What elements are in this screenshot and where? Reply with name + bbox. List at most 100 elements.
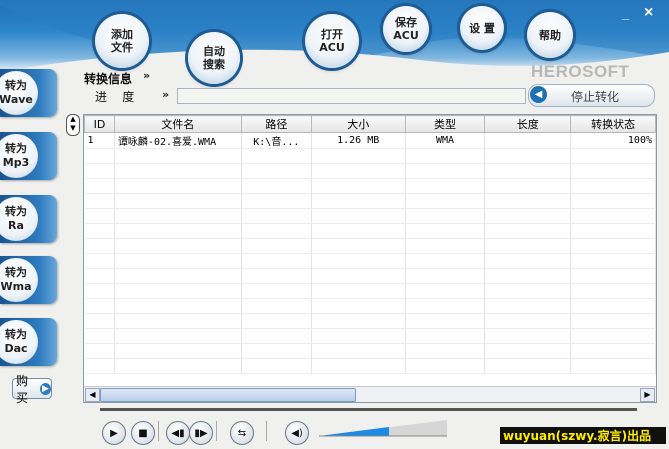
table-cell (570, 283, 656, 299)
table-cell (405, 148, 486, 164)
table-cell (84, 313, 115, 329)
volume-icon[interactable]: ◀) (285, 421, 309, 445)
table-row[interactable] (84, 358, 656, 374)
column-type[interactable]: 类型 (404, 115, 486, 133)
help-button[interactable]: 帮助 (527, 12, 573, 58)
chevron-down-icon[interactable]: » (143, 69, 150, 82)
progress-label: 进 度 (95, 90, 135, 104)
table-cell (241, 268, 312, 284)
table-cell (405, 193, 486, 209)
stop-icon[interactable]: ■ (131, 421, 155, 445)
scroll-right-icon[interactable]: ▶ (640, 388, 655, 402)
table-cell (484, 208, 572, 224)
table-row[interactable] (84, 313, 656, 329)
table-cell (570, 253, 656, 269)
table-cell (311, 313, 406, 329)
table-cell (241, 163, 312, 179)
table-cell (114, 358, 242, 374)
separator (266, 421, 267, 441)
table-cell (405, 253, 486, 269)
horizontal-scrollbar[interactable]: ◀ ▶ (84, 386, 656, 402)
column-path[interactable]: 路径 (240, 115, 312, 133)
save-acu-button[interactable]: 保存 ACU (383, 6, 429, 52)
add-file-button[interactable]: 添加 文件 (95, 14, 149, 68)
next-icon[interactable]: ▮▶ (189, 421, 213, 445)
close-button[interactable]: × (644, 4, 653, 22)
scrollbar-thumb[interactable] (100, 388, 356, 402)
collapse-toggle-icon[interactable]: ▲ ▼ (66, 114, 80, 136)
convert-mp3-button[interactable]: 转为 Mp3 (0, 132, 57, 180)
table-row[interactable] (84, 193, 656, 209)
table-cell: 100% (570, 132, 656, 149)
table-cell (405, 223, 486, 239)
table-row[interactable] (84, 253, 656, 269)
chevron-right-icon: ▶ (40, 382, 51, 395)
convert-wma-button[interactable]: 转为 Wma (0, 256, 57, 304)
table-cell (311, 283, 406, 299)
convert-dac-label: 转为 Dac (0, 320, 38, 364)
stop-convert-button[interactable]: ◀ 停止转化 (528, 84, 655, 107)
table-cell (84, 223, 115, 239)
previous-icon[interactable]: ◀▮ (166, 421, 190, 445)
table-cell (241, 148, 312, 164)
table-cell (570, 328, 656, 344)
table-cell (311, 358, 406, 374)
convert-wave-button[interactable]: 转为 Wave (0, 69, 57, 117)
convert-ra-button[interactable]: 转为 Ra (0, 195, 57, 243)
play-icon[interactable]: ▶ (102, 421, 126, 445)
convert-dac-button[interactable]: 转为 Dac (0, 318, 57, 366)
table-cell (311, 193, 406, 209)
table-row[interactable] (84, 343, 656, 359)
table-cell (570, 298, 656, 314)
table-cell (405, 268, 486, 284)
table-row[interactable] (84, 298, 656, 314)
table-cell (484, 328, 572, 344)
table-cell (84, 298, 115, 314)
table-cell (241, 343, 312, 359)
column-id[interactable]: ID (84, 115, 115, 133)
column-filename[interactable]: 文件名 (113, 115, 242, 133)
table-row[interactable] (84, 328, 656, 344)
table-row[interactable] (84, 283, 656, 299)
volume-slider[interactable] (319, 420, 447, 437)
seek-bar[interactable] (100, 408, 637, 411)
table-row[interactable] (84, 178, 656, 194)
table-cell (84, 283, 115, 299)
auto-search-button[interactable]: 自动 搜索 (188, 32, 240, 84)
table-cell (84, 193, 115, 209)
settings-button[interactable]: 设 置 (460, 6, 504, 50)
progress-bar (177, 88, 526, 104)
credit-label: wuyuan(szwy.寂言)出品 (500, 427, 666, 444)
convert-ra-label: 转为 Ra (0, 197, 38, 241)
table-cell (114, 223, 242, 239)
table-cell (114, 208, 242, 224)
table-cell (570, 193, 656, 209)
table-cell (405, 358, 486, 374)
scroll-left-icon[interactable]: ◀ (85, 388, 100, 402)
file-table-grid: ID 文件名 路径 大小 类型 长度 转换状态 1 谭咏麟-02.喜爱.WMA K:… (84, 115, 656, 374)
table-cell (484, 193, 572, 209)
repeat-icon[interactable]: ⇆ (230, 421, 254, 445)
table-row[interactable] (84, 148, 656, 164)
open-acu-button[interactable]: 打开 ACU (305, 14, 359, 68)
column-status[interactable]: 转换状态 (570, 115, 656, 133)
table-row[interactable] (84, 238, 656, 254)
table-row[interactable] (84, 223, 656, 239)
table-row[interactable] (84, 163, 656, 179)
table-cell (84, 148, 115, 164)
table-cell (311, 298, 406, 314)
table-row[interactable] (84, 268, 656, 284)
table-cell (311, 223, 406, 239)
table-header-row: ID 文件名 路径 大小 类型 长度 转换状态 (84, 115, 656, 133)
table-cell (405, 238, 486, 254)
table-cell (241, 283, 312, 299)
minimize-button[interactable]: _ (622, 6, 629, 21)
table-cell (114, 238, 242, 254)
buy-button[interactable]: 购买 ▶ (12, 374, 52, 405)
column-size[interactable]: 大小 (310, 115, 406, 133)
table-cell (570, 223, 656, 239)
table-row[interactable] (84, 208, 656, 224)
table-cell (570, 148, 656, 164)
table-row[interactable]: 1 谭咏麟-02.喜爱.WMA K:\音... 1.26 MB WMA 100% (84, 132, 656, 149)
column-length[interactable]: 长度 (484, 115, 572, 133)
